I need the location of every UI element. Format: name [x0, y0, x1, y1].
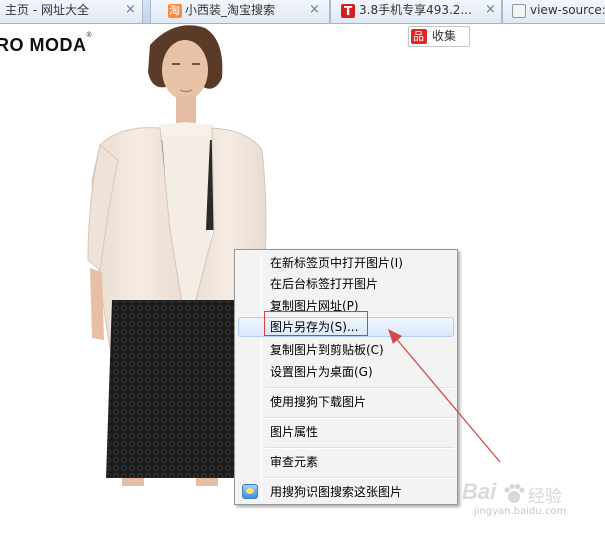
paw-icon	[504, 483, 525, 503]
baidu-jingyan-watermark: Bai 经验 jingyan.baidu.com	[462, 479, 602, 523]
watermark-url: jingyan.baidu.com	[474, 506, 567, 517]
annotation-arrow	[388, 329, 501, 463]
watermark-brand-tail: 经验	[528, 487, 562, 507]
watermark-logo: Bai	[462, 479, 497, 504]
